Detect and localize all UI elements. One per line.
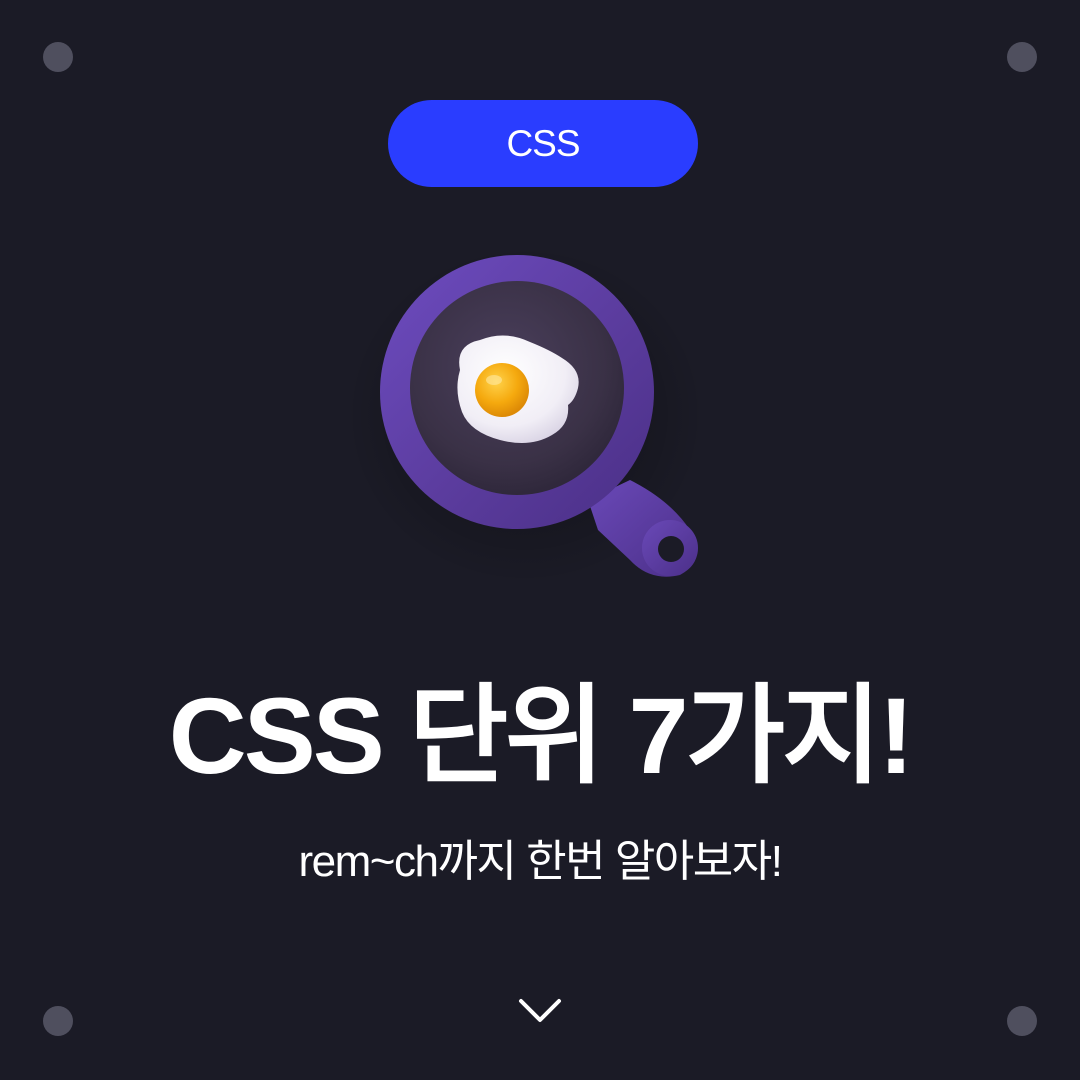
slide-card: CSS CSS 단위 7가지! rem~ch까지 한번 알아보자! bbox=[0, 0, 1080, 1080]
corner-dot-bottom-left bbox=[43, 1006, 73, 1036]
category-tag: CSS bbox=[388, 100, 698, 187]
frying-pan-with-egg-icon bbox=[330, 230, 750, 630]
yolk-highlight bbox=[486, 375, 502, 385]
chevron-down-icon[interactable] bbox=[515, 993, 565, 1029]
egg-yolk bbox=[475, 363, 529, 417]
corner-dot-top-right bbox=[1007, 42, 1037, 72]
corner-dot-bottom-right bbox=[1007, 1006, 1037, 1036]
subtitle: rem~ch까지 한번 알아보자! bbox=[298, 837, 783, 886]
headline: CSS 단위 7가지! bbox=[168, 675, 915, 796]
corner-dot-top-left bbox=[43, 42, 73, 72]
category-tag-label: CSS bbox=[506, 122, 580, 164]
